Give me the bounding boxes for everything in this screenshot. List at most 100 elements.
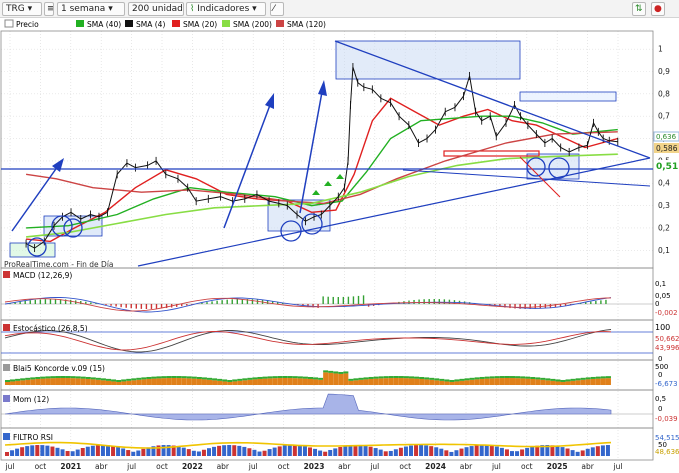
koncorde-bar	[297, 376, 303, 379]
support-label: 0,51	[656, 162, 678, 172]
koncorde-bar	[484, 378, 490, 385]
rsi-filter-bar	[100, 445, 105, 456]
koncorde-bar	[217, 378, 223, 381]
rsi-filter-bar	[40, 445, 45, 456]
koncorde-bar	[227, 381, 233, 385]
y-tick-label: 1	[658, 45, 663, 54]
alert-icon[interactable]: ●	[651, 2, 665, 16]
koncorde-bar	[5, 380, 10, 382]
rsi-filter-bar	[520, 449, 525, 456]
rsi-filter-bar	[575, 451, 580, 456]
koncorde-bar	[141, 379, 147, 385]
trend-arrow-icon[interactable]: ⇅	[632, 2, 646, 16]
koncorde-bar	[171, 376, 177, 378]
koncorde-bar	[348, 380, 354, 385]
koncorde-bar	[90, 379, 96, 385]
rsi-filter-bar	[600, 445, 605, 456]
koncorde-bar	[85, 376, 91, 379]
koncorde-bar	[409, 376, 414, 379]
koncorde-bar	[439, 378, 445, 381]
stoch-tick-0: 100	[655, 323, 670, 332]
symbol-select[interactable]: TRG ▾	[2, 2, 42, 16]
period-select[interactable]: 1 semana ▾	[57, 2, 125, 16]
koncorde-bar	[156, 376, 162, 379]
koncorde-bar	[75, 376, 81, 379]
koncorde-bar	[439, 380, 445, 385]
koncorde-bar	[504, 378, 510, 385]
chart-canvas[interactable]: Precio SMA (40) SMA (4) SMA (20) SMA (20…	[0, 18, 679, 473]
rsi-filter-bar	[282, 445, 287, 456]
rsi-filter-bar	[398, 447, 403, 456]
rsi-filter-bar	[323, 451, 328, 456]
koncorde-bar	[222, 379, 228, 382]
rsi-filter-bar	[388, 450, 393, 456]
indicators-icon: ⌇	[190, 4, 195, 14]
panel-titles: MACD (12,26,9) Estocástico (26,8,5) Blai…	[3, 271, 105, 442]
chevron-down-icon: ▾	[108, 4, 113, 14]
koncorde-bar	[469, 379, 475, 385]
koncorde-bar	[515, 378, 521, 385]
x-tick-label: abr	[338, 462, 351, 471]
koncorde-bar	[358, 379, 364, 385]
koncorde-bar	[489, 378, 495, 385]
rsi-filter-bar	[585, 448, 590, 456]
mom-title-swatch	[3, 395, 10, 402]
koncorde-bar	[595, 376, 601, 379]
koncorde-bar	[151, 378, 157, 385]
rsi-filter-bar	[414, 445, 419, 456]
koncorde-bar	[80, 378, 86, 385]
stoch-title: Estocástico (26,8,5)	[13, 324, 88, 333]
x-tick-label: oct	[399, 462, 411, 471]
koncorde-bar	[600, 378, 606, 385]
koncorde-bar	[20, 380, 26, 385]
macd-tick-3: -0,002	[655, 309, 678, 317]
mom-tick-1: 0	[658, 405, 662, 413]
koncorde-bar	[474, 377, 480, 380]
koncorde-bar	[186, 376, 192, 379]
koncorde-bar	[378, 376, 384, 379]
units-select[interactable]: 200 unidades	[128, 2, 184, 16]
x-tick-label: abr	[460, 462, 473, 471]
last-price-label: 0,586	[656, 144, 678, 153]
panel-frame-2	[0, 319, 654, 361]
draw-tool-button[interactable]: ⁄	[270, 2, 284, 16]
rsi-filter-bar	[313, 448, 318, 456]
period-menu-button[interactable]: ≡	[44, 2, 54, 16]
koncorde-bar	[262, 378, 268, 385]
rsi-filter-bar	[464, 447, 469, 456]
koncorde-bar	[353, 378, 359, 381]
rsi-filter-bar	[287, 445, 292, 456]
koncorde-bar	[35, 378, 41, 385]
koncorde-bar	[141, 377, 147, 380]
rsi-title: FILTRO RSI	[13, 433, 53, 442]
koncorde-bar	[373, 378, 379, 385]
rsi-filter-bar	[15, 448, 20, 456]
koncorde-bar	[116, 381, 122, 385]
koncorde-bar	[191, 376, 197, 379]
koncorde-bar	[449, 379, 455, 382]
koncorde-bar	[121, 379, 127, 382]
koncorde-bar	[100, 380, 106, 385]
koncorde-bar	[464, 378, 470, 381]
koncorde-bar	[232, 381, 238, 385]
rsi-filter-bar	[308, 447, 312, 456]
rsi-filter-bar	[141, 448, 146, 456]
koncorde-bar	[95, 379, 101, 385]
rsi-filter-bar	[368, 446, 373, 456]
rsi-filter-bar	[201, 449, 206, 456]
koncorde-bar	[15, 378, 21, 381]
koncorde-bar	[15, 380, 21, 385]
koncorde-bar	[338, 373, 344, 385]
x-tick-label: jul	[5, 462, 15, 471]
koncorde-bar	[10, 379, 16, 382]
indicators-button[interactable]: ⌇ Indicadores ▾	[186, 2, 266, 16]
koncorde-bar	[318, 379, 324, 385]
koncorde-bar	[343, 371, 349, 374]
x-tick-label: jul	[613, 462, 623, 471]
koncorde-bar	[550, 380, 556, 385]
koncorde-bar	[525, 378, 531, 385]
koncorde-bar	[328, 372, 334, 385]
koncorde-bar	[469, 377, 475, 380]
koncorde-bar	[600, 376, 606, 379]
legend-sma20: SMA (20)	[183, 20, 217, 29]
